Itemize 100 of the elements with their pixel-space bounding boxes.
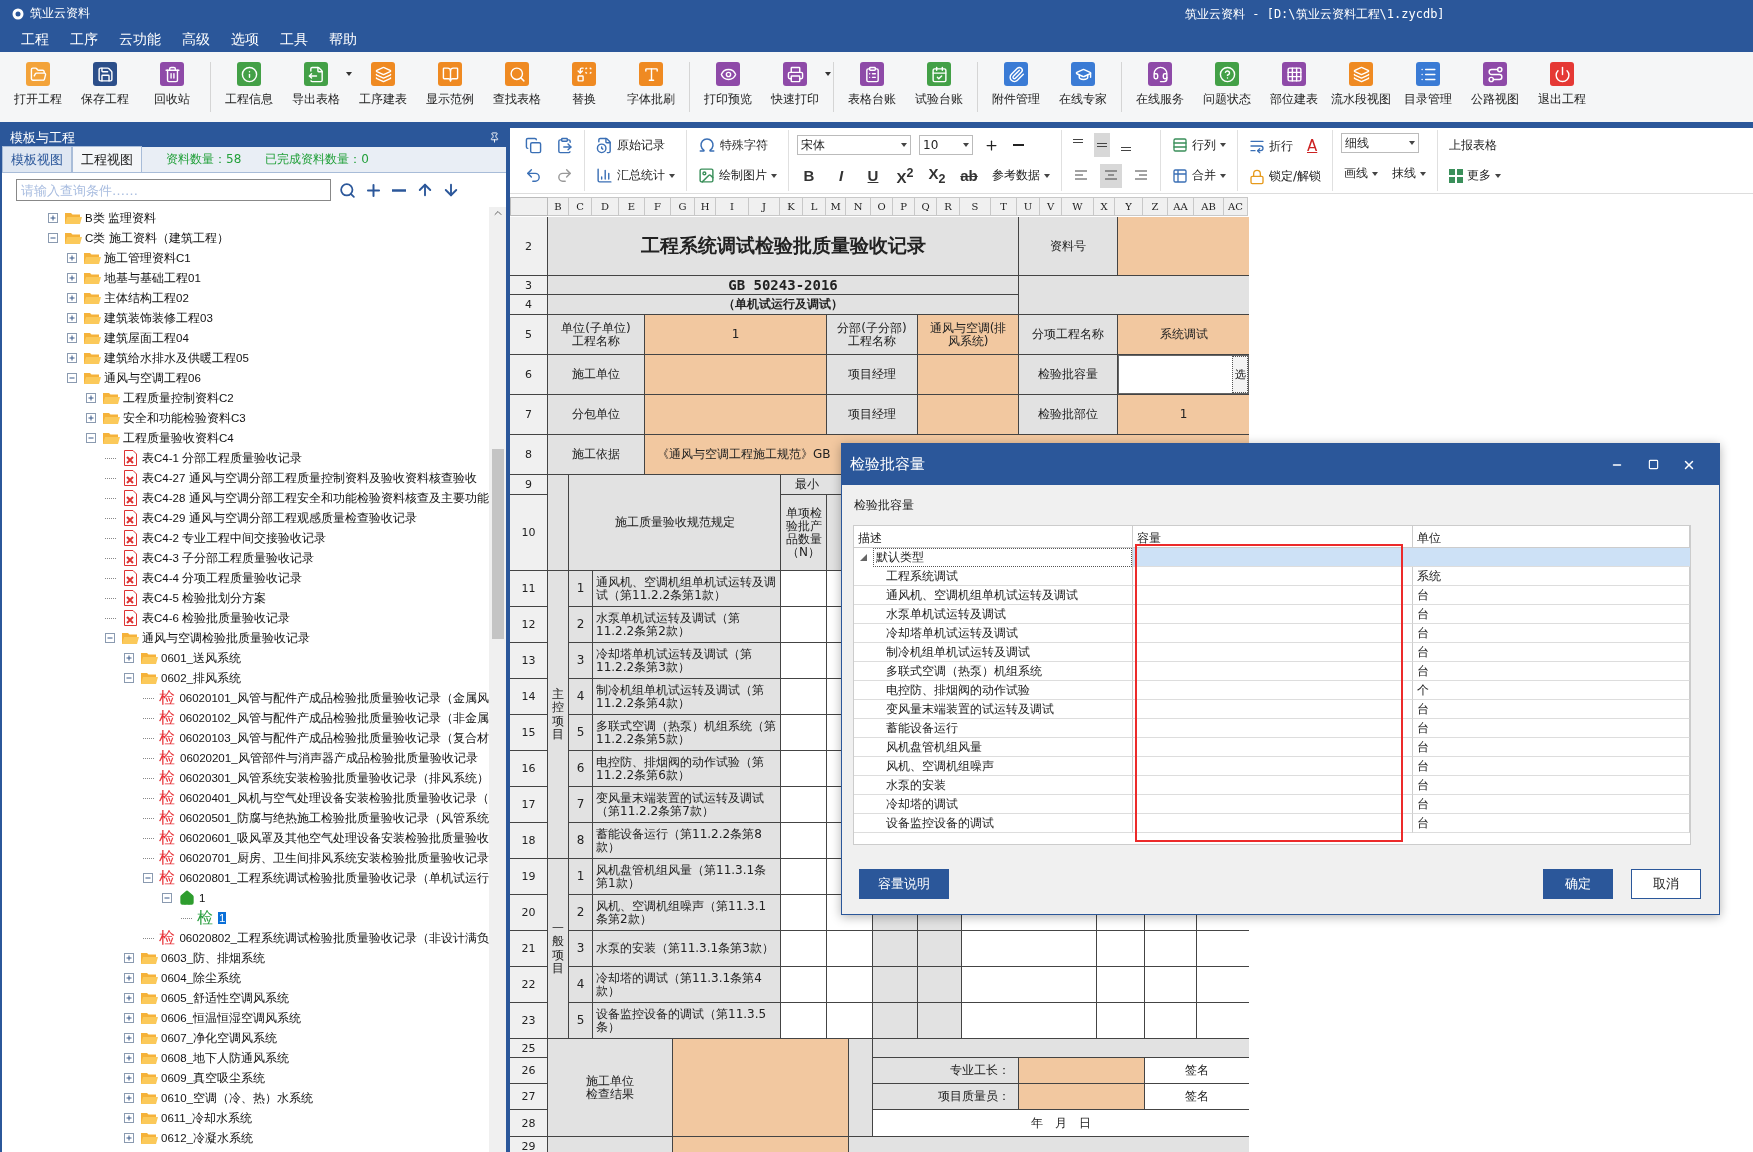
tree-item[interactable]: 表C4-5 检验批划分方案 bbox=[142, 590, 267, 606]
search-field[interactable]: 请输入查询条件…… bbox=[16, 179, 331, 201]
toolbar-button[interactable]: 显示范例 bbox=[418, 60, 482, 112]
reference-data-button[interactable]: 参考数据 bbox=[989, 163, 1053, 188]
column-header[interactable]: G bbox=[671, 197, 695, 216]
tree-item[interactable]: 表C4-4 分项工程质量验收记录 bbox=[142, 570, 303, 586]
expand-toggle[interactable] bbox=[86, 412, 97, 424]
capacity-cell[interactable] bbox=[1133, 814, 1413, 833]
tree-item[interactable]: 1 bbox=[199, 892, 206, 904]
wrap-button[interactable]: 折行 bbox=[1246, 134, 1296, 159]
tree-item[interactable]: B类 监理资料 bbox=[85, 210, 156, 226]
row-column-button[interactable]: 行列 bbox=[1169, 133, 1229, 158]
tree-item[interactable]: 06020501_防腐与绝热施工检验批质量验收记录（风管系统 bbox=[179, 810, 489, 826]
text-style-button[interactable]: I bbox=[829, 163, 853, 188]
tree-item[interactable]: 建筑屋面工程04 bbox=[104, 330, 189, 346]
expand-toggle[interactable] bbox=[124, 1092, 135, 1104]
tree-item[interactable]: 06020103_风管与配件产成品检验批质量验收记录（复合材 bbox=[179, 730, 489, 746]
tree-item[interactable]: 表C4-29 通风与空调分部工程观感质量检查验收记录 bbox=[142, 510, 417, 526]
toolbar-button[interactable]: 目录管理 bbox=[1396, 60, 1460, 112]
expand-toggle[interactable] bbox=[124, 1072, 135, 1084]
collapse-toggle[interactable] bbox=[143, 872, 154, 884]
tree-item[interactable]: 0606_恒温恒湿空调风系统 bbox=[161, 1010, 301, 1026]
column-header[interactable]: H bbox=[695, 197, 716, 216]
toolbar-button[interactable]: 快速打印 bbox=[763, 60, 827, 112]
tree-item[interactable]: 06020601_吸风罩及其他空气处理设备安装检验批质量验收 bbox=[179, 830, 489, 846]
expand-toggle[interactable] bbox=[67, 332, 78, 344]
view-tab[interactable]: 模板视图 bbox=[2, 146, 72, 172]
text-style-button[interactable]: X$_{2}$ bbox=[925, 163, 949, 188]
collapse-toggle[interactable] bbox=[48, 232, 59, 244]
tree-item[interactable]: 1 bbox=[218, 912, 227, 924]
column-header[interactable]: Q bbox=[915, 197, 937, 216]
toolbar-button[interactable]: 表格台账 bbox=[840, 60, 904, 112]
expand-toggle[interactable] bbox=[67, 272, 78, 284]
font-color-button[interactable]: A bbox=[1304, 134, 1321, 159]
column-header[interactable]: F bbox=[645, 197, 671, 216]
collapse-toggle[interactable] bbox=[105, 632, 116, 644]
menu-item[interactable]: 云功能 bbox=[110, 30, 173, 49]
toolbar-button[interactable]: 回收站 bbox=[140, 60, 204, 112]
tree-item[interactable]: 0608_地下人防通风系统 bbox=[161, 1050, 289, 1066]
capacity-cell[interactable] bbox=[1133, 643, 1413, 662]
tree-item[interactable]: 主体结构工程02 bbox=[104, 290, 189, 306]
tree-item[interactable]: 06020101_风管与配件产成品检验批质量验收记录（金属风 bbox=[179, 690, 489, 706]
font-size-select[interactable]: 10 bbox=[919, 135, 973, 156]
capacity-cell[interactable] bbox=[1133, 567, 1413, 586]
tree-item[interactable]: 0605_舒适性空调风系统 bbox=[161, 990, 289, 1006]
menu-item[interactable]: 工程 bbox=[12, 30, 61, 49]
font-select[interactable]: 宋体 bbox=[797, 135, 911, 156]
expand-toggle[interactable] bbox=[86, 392, 97, 404]
capacity-cell[interactable] bbox=[1133, 776, 1413, 795]
capacity-cell[interactable] bbox=[1133, 795, 1413, 814]
tree-item[interactable]: 地基与基础工程01 bbox=[104, 270, 201, 286]
capacity-cell[interactable] bbox=[1133, 605, 1413, 624]
column-header[interactable]: AB bbox=[1194, 197, 1224, 216]
tree-item[interactable]: 表C4-2 专业工程中间交接验收记录 bbox=[142, 530, 327, 546]
menu-item[interactable]: 工序 bbox=[61, 30, 110, 49]
dialog-button[interactable]: 容量说明 bbox=[859, 869, 949, 899]
text-style-button[interactable]: X$^{2}$ bbox=[893, 163, 917, 188]
tree-item[interactable]: 工程质量验收资料C4 bbox=[123, 430, 234, 446]
expand-toggle[interactable] bbox=[124, 1032, 135, 1044]
toolbar-button[interactable]: 导出表格 bbox=[284, 60, 348, 112]
expand-toggle[interactable] bbox=[124, 1052, 135, 1064]
tree-item[interactable]: 建筑装饰装修工程03 bbox=[104, 310, 213, 326]
column-header[interactable]: C bbox=[569, 197, 592, 216]
column-header[interactable]: X bbox=[1094, 197, 1115, 216]
tree-item[interactable]: C类 施工资料（建筑工程） bbox=[85, 230, 229, 246]
toolbar-button[interactable]: 工序建表 bbox=[351, 60, 415, 112]
tree-item[interactable]: 0604_除尘系统 bbox=[161, 970, 241, 986]
column-header[interactable]: I bbox=[716, 197, 749, 216]
expand-toggle[interactable] bbox=[124, 952, 135, 964]
group-row[interactable]: 默认类型 bbox=[873, 548, 1132, 567]
collapse-toggle[interactable] bbox=[162, 892, 173, 904]
tree-item[interactable]: 0601_送风系统 bbox=[161, 650, 241, 666]
menu-item[interactable]: 选项 bbox=[222, 30, 271, 49]
capacity-cell[interactable] bbox=[1133, 624, 1413, 643]
expand-toggle[interactable] bbox=[67, 292, 78, 304]
select-button[interactable]: 选 bbox=[1232, 356, 1248, 393]
scrollbar-thumb[interactable] bbox=[491, 449, 504, 639]
view-tab[interactable]: 工程视图 bbox=[72, 146, 142, 172]
column-header[interactable]: AC bbox=[1224, 197, 1248, 216]
capacity-cell[interactable] bbox=[1133, 681, 1413, 700]
text-style-button[interactable]: ab bbox=[957, 163, 981, 188]
toolbar-button[interactable]: 保存工程 bbox=[73, 60, 137, 112]
tree-item[interactable]: 表C4-3 子分部工程质量验收记录 bbox=[142, 550, 315, 566]
column-header[interactable]: V bbox=[1040, 197, 1062, 216]
more-button[interactable]: 更多 bbox=[1446, 163, 1505, 188]
expand-toggle[interactable] bbox=[67, 252, 78, 264]
column-header[interactable]: B bbox=[548, 197, 569, 216]
menu-item[interactable]: 帮助 bbox=[320, 30, 369, 49]
tree-item[interactable]: 安全和功能检验资料C3 bbox=[123, 410, 246, 426]
column-header[interactable]: K bbox=[780, 197, 803, 216]
expand-toggle[interactable] bbox=[124, 1012, 135, 1024]
capacity-cell[interactable] bbox=[1133, 757, 1413, 776]
tree-item[interactable]: 0609_真空吸尘系统 bbox=[161, 1070, 265, 1086]
capacity-cell[interactable] bbox=[1133, 586, 1413, 605]
column-header[interactable]: N bbox=[846, 197, 871, 216]
tree-item[interactable]: 表C4-1 分部工程质量验收记录 bbox=[142, 450, 303, 466]
expand-toggle[interactable] bbox=[67, 312, 78, 324]
column-header[interactable]: 描述 bbox=[854, 526, 1133, 548]
draw-line-button[interactable]: 画线 bbox=[1341, 161, 1382, 186]
erase-line-button[interactable]: 抹线 bbox=[1389, 161, 1430, 186]
